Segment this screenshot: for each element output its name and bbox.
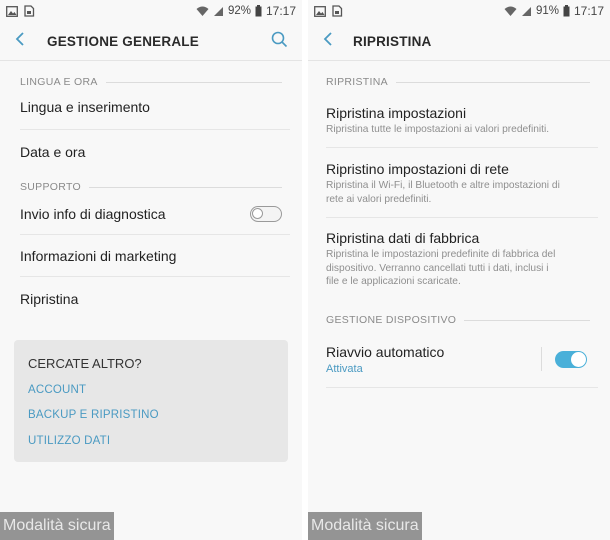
back-arrow-icon (323, 31, 333, 52)
image-icon (314, 5, 326, 17)
item-ripristina-dati-fabbrica[interactable]: Ripristina dati di fabbrica Ripristina l… (326, 230, 598, 289)
section-label: GESTIONE DISPOSITIVO (326, 314, 457, 326)
wifi-icon (504, 6, 517, 17)
battery-icon (255, 5, 262, 17)
safe-mode-label: Modalità sicura (0, 512, 114, 540)
item-info-marketing[interactable]: Informazioni di marketing (0, 235, 302, 277)
link-account[interactable]: ACCOUNT (28, 384, 86, 396)
item-subtitle: Ripristina il Wi-Fi, il Bluetooth e altr… (326, 180, 560, 205)
item-ripristina[interactable]: Ripristina (0, 277, 302, 319)
signal-icon (213, 6, 224, 17)
clock: 17:17 (265, 4, 296, 18)
signal-icon (521, 6, 532, 17)
sim-icon (332, 5, 343, 17)
item-label: Informazioni di marketing (20, 248, 177, 264)
page-title: GESTIONE GENERALE (47, 33, 199, 49)
item-label: Lingua e inserimento (20, 99, 150, 115)
item-title: Ripristino impostazioni di rete (326, 161, 509, 177)
item-subtitle: Ripristina tutte le impostazioni ai valo… (326, 124, 550, 135)
section-header-lingua: LINGUA E ORA (0, 76, 302, 88)
app-bar: RIPRISTINA (308, 22, 610, 60)
sim-icon (24, 5, 35, 17)
status-bar: 91% 17:17 (308, 0, 610, 22)
clock: 17:17 (573, 4, 604, 18)
section-label: SUPPORTO (20, 181, 81, 193)
back-button[interactable] (308, 22, 348, 60)
item-subtitle: Ripristina le impostazioni predefinite d… (326, 249, 556, 287)
card-title: CERCATE ALTRO? (28, 356, 142, 371)
item-ripristina-impostazioni[interactable]: Ripristina impostazioni Ripristina tutte… (326, 105, 598, 137)
item-title: Ripristina impostazioni (326, 105, 467, 121)
wifi-icon (196, 6, 209, 17)
section-header-gestione: GESTIONE DISPOSITIVO (308, 314, 610, 326)
screen-gestione-generale: 92% 17:17 GESTIONE GENERALE LINGUA E ORA… (0, 0, 302, 540)
riavvio-toggle[interactable] (555, 351, 587, 368)
link-backup-ripristino[interactable]: BACKUP E RIPRISTINO (28, 409, 159, 421)
battery-percent: 92% (227, 5, 251, 17)
image-icon (6, 5, 18, 17)
safe-mode-label: Modalità sicura (308, 512, 422, 540)
app-bar: GESTIONE GENERALE (0, 22, 302, 60)
item-ripristino-rete[interactable]: Ripristino impostazioni di rete Ripristi… (326, 161, 598, 206)
page-title: RIPRISTINA (353, 33, 432, 49)
status-bar: 92% 17:17 (0, 0, 302, 22)
search-icon[interactable] (271, 31, 288, 53)
diagnostica-toggle[interactable] (250, 206, 282, 222)
item-title: Ripristina dati di fabbrica (326, 230, 480, 246)
link-utilizzo-dati[interactable]: UTILIZZO DATI (28, 435, 110, 447)
item-label: Data e ora (20, 144, 86, 160)
back-button[interactable] (0, 22, 40, 60)
section-label: RIPRISTINA (326, 76, 388, 88)
item-lingua-inserimento[interactable]: Lingua e inserimento (0, 88, 302, 130)
item-data-ora[interactable]: Data e ora (0, 130, 302, 172)
section-header-ripristina: RIPRISTINA (308, 76, 610, 88)
screen-ripristina: 91% 17:17 RIPRISTINA RIPRISTINA Ripristi… (308, 0, 610, 540)
battery-percent: 91% (535, 5, 559, 17)
battery-icon (563, 5, 570, 17)
section-label: LINGUA E ORA (20, 76, 98, 88)
back-arrow-icon (15, 31, 25, 52)
item-label: Ripristina (20, 291, 79, 307)
cercate-altro-card: CERCATE ALTRO? ACCOUNT BACKUP E RIPRISTI… (14, 340, 288, 462)
section-header-supporto: SUPPORTO (0, 181, 302, 193)
item-label: Invio info di diagnostica (20, 206, 166, 222)
item-invio-diagnostica[interactable]: Invio info di diagnostica (0, 193, 302, 235)
